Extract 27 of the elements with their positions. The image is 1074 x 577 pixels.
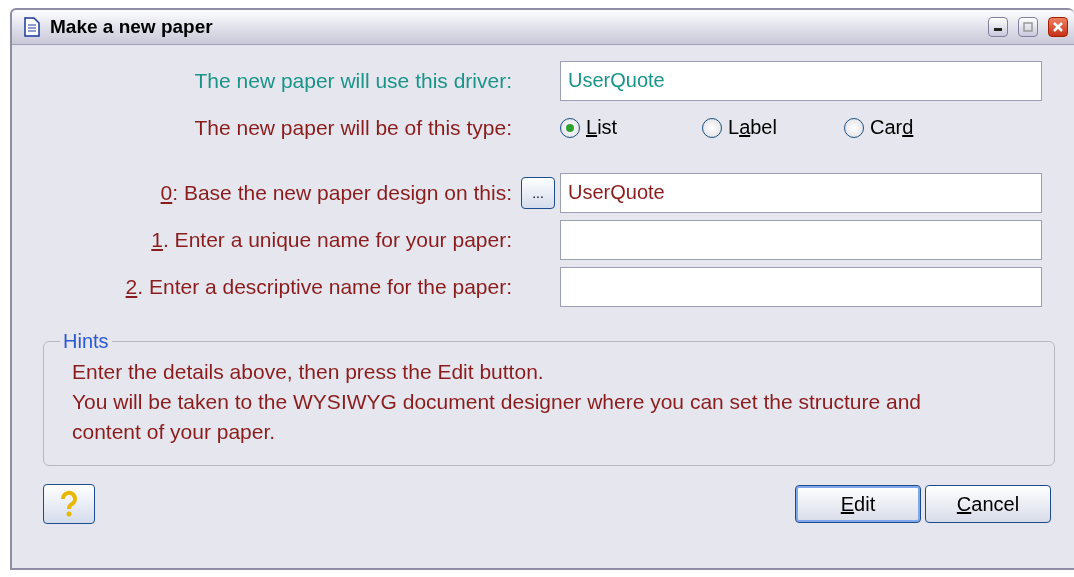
dialog-button[interactable]: Cancel (925, 485, 1051, 523)
maximize-button[interactable] (1018, 17, 1038, 37)
window-title: Make a new paper (50, 16, 214, 38)
radio-option[interactable]: Label (702, 116, 844, 139)
document-icon (24, 17, 40, 37)
input-field[interactable] (560, 266, 1042, 307)
input-field[interactable]: UserQuote (560, 60, 1042, 101)
question-icon (59, 490, 79, 518)
close-button[interactable] (1048, 17, 1068, 37)
field-label: 1. Enter a unique name for your paper: (150, 227, 513, 252)
dialog-button[interactable]: Edit (795, 485, 921, 523)
browse-button[interactable]: ... (521, 176, 555, 209)
hint-text: You will be taken to the WYSIWYG document designer where you can set the structure and content of your paper. (72, 389, 922, 445)
help-button[interactable] (43, 484, 95, 524)
field-label: 0: Base the new paper design on this: (159, 180, 513, 205)
input-field[interactable] (560, 219, 1042, 260)
field-label: 2. Enter a descriptive name for the paper: (124, 274, 513, 299)
radio-option[interactable]: List (560, 116, 702, 139)
close-icon (1052, 21, 1064, 33)
field-label: The new paper will use this driver: (193, 68, 513, 93)
hint-text: Enter the details above, then press the Edit button. (72, 359, 545, 385)
minimize-button[interactable] (988, 17, 1008, 37)
group-title: Hints (62, 330, 110, 353)
radio-option[interactable]: Card (844, 116, 986, 139)
input-field[interactable]: UserQuote (560, 172, 1042, 213)
field-label: The new paper will be of this type: (193, 115, 513, 140)
maximize-icon (1023, 22, 1033, 32)
